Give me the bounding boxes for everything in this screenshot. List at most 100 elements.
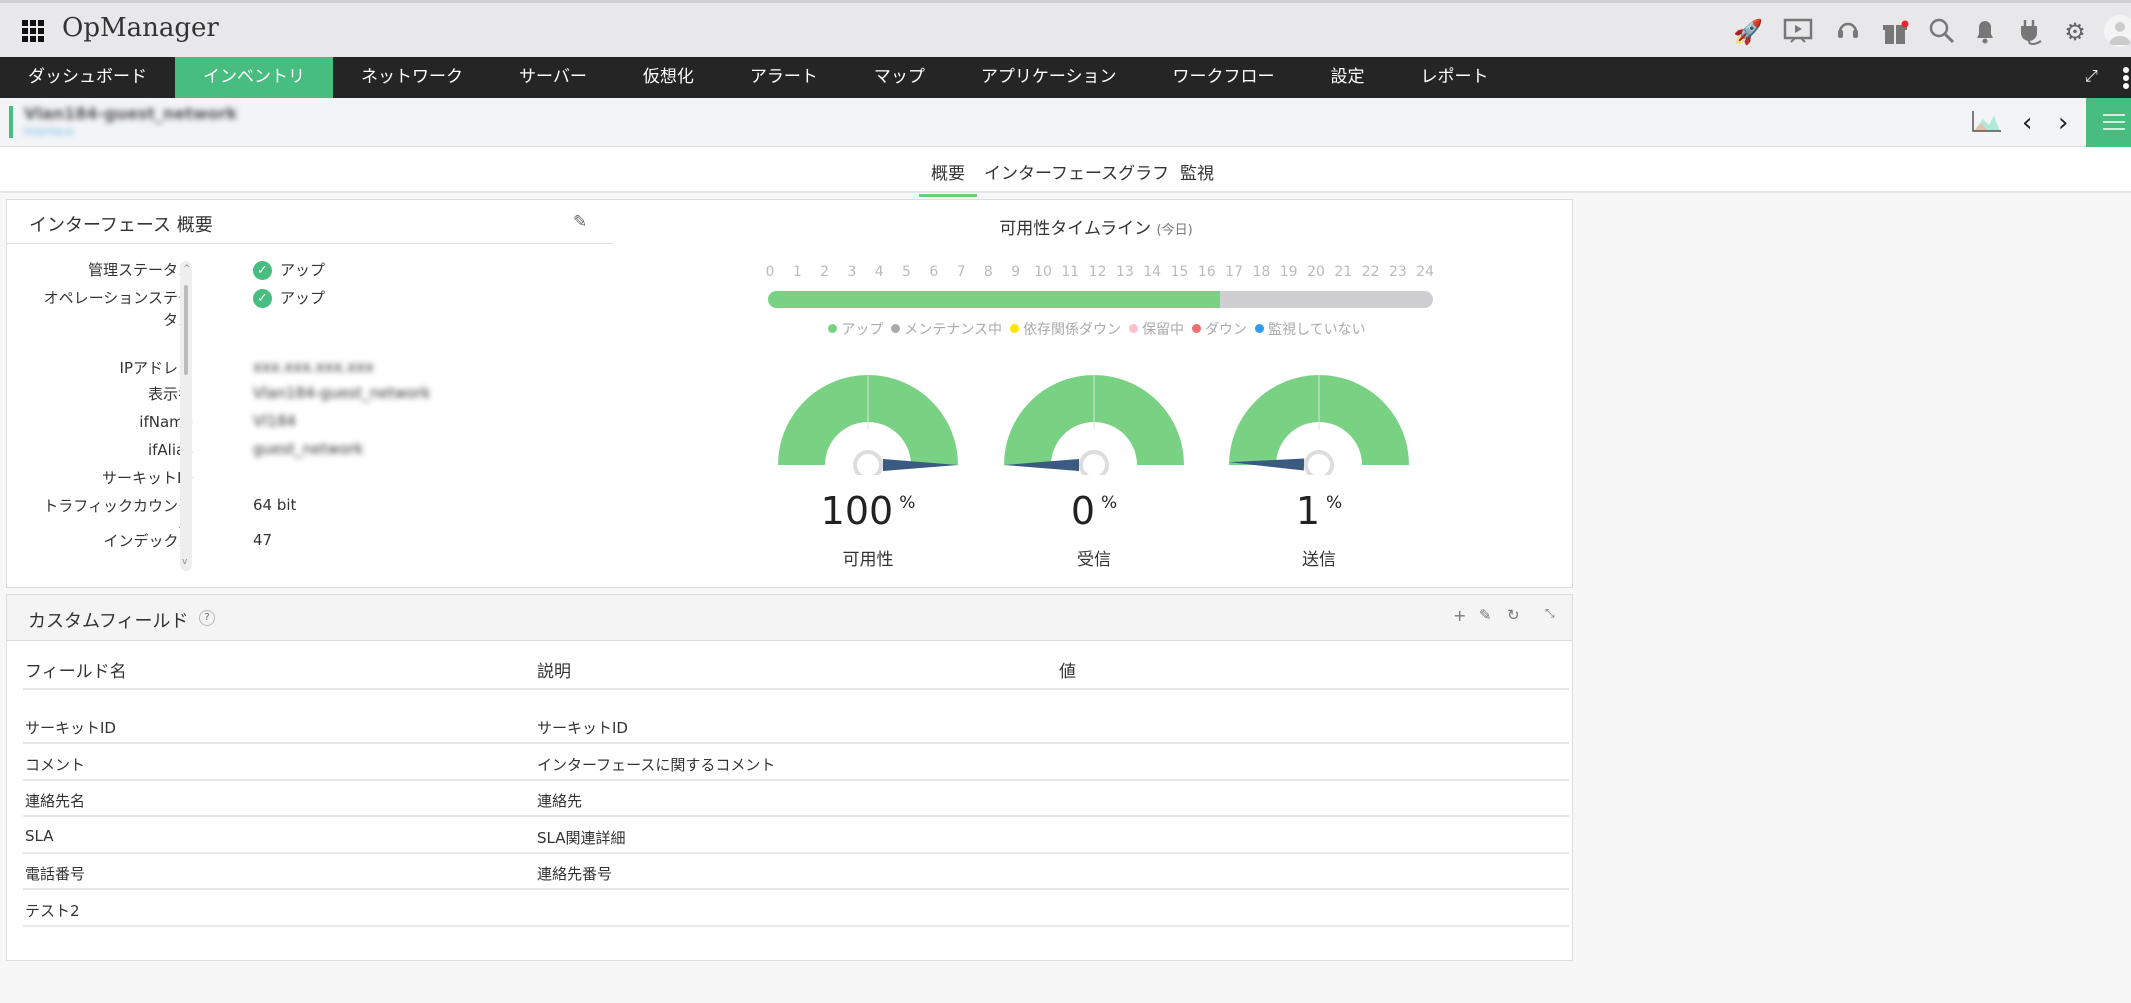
- nav-item[interactable]: ネットワーク: [333, 57, 491, 98]
- legend-label: 監視していない: [1268, 321, 1366, 338]
- nav-item[interactable]: マップ: [846, 57, 953, 98]
- timeline-hour-tick: 13: [1115, 264, 1134, 280]
- presentation-icon[interactable]: [1783, 17, 1813, 47]
- timeline-hour-tick: 16: [1197, 264, 1216, 280]
- timeline-hour-tick: 10: [1034, 264, 1052, 280]
- rocket-icon[interactable]: 🚀: [1733, 17, 1763, 47]
- field-value-text: Vl184: [253, 412, 297, 430]
- gauge-2: 1% 送信: [1219, 365, 1419, 585]
- legend-item: 保留中: [1129, 319, 1184, 339]
- custom-fields-title: カスタムフィールド: [28, 611, 189, 632]
- timeline-hour-tick: 11: [1061, 264, 1080, 280]
- timeline-bar[interactable]: [768, 291, 1433, 308]
- timeline-hour-tick: 4: [874, 264, 884, 280]
- legend-item: アップ: [828, 319, 883, 339]
- field-label: IPアドレス: [119, 359, 193, 377]
- gauge-unit: %: [1326, 493, 1343, 513]
- next-icon[interactable]: ›: [2058, 108, 2068, 138]
- field-value-text: guest_network: [253, 440, 364, 458]
- scroll-up-icon[interactable]: ^: [183, 264, 191, 274]
- gauge-dial: [1229, 375, 1409, 480]
- legend-label: アップ: [841, 321, 884, 338]
- gift-icon[interactable]: [1880, 17, 1910, 47]
- custom-fields-panel: カスタムフィールド ? + ✎ ↻ ⤡ フィールド名 説明 値 サーキットID サ…: [6, 594, 1573, 961]
- timeline-hour-tick: 0: [765, 264, 775, 280]
- field-value-text: Vlan184-guest_network: [253, 384, 431, 402]
- field-label: オペレーションステータス: [43, 289, 193, 329]
- legend-dot-icon: [1010, 324, 1020, 333]
- timeline-hour-tick: 18: [1252, 264, 1271, 280]
- field-value-text: 64 bit: [253, 496, 297, 514]
- interface-type-link[interactable]: Interface: [24, 125, 73, 138]
- tab-overview[interactable]: 概要: [919, 159, 977, 197]
- legend-dot-icon: [828, 324, 838, 333]
- nav-item[interactable]: インベントリ: [175, 57, 333, 98]
- help-icon[interactable]: ?: [199, 610, 215, 626]
- field-value-text: アップ: [280, 289, 326, 307]
- nav-item[interactable]: アラート: [722, 57, 846, 98]
- field-value: 47: [253, 531, 272, 549]
- gauge-label: 送信: [1302, 550, 1336, 570]
- nav-item[interactable]: アプリケーション: [953, 57, 1145, 98]
- table-row: コメント インターフェースに関するコメント: [23, 744, 1569, 781]
- scrollbar-thumb[interactable]: [184, 285, 188, 375]
- timeline-hour-tick: 8: [983, 264, 993, 280]
- gauge-1: 0% 受信: [994, 365, 1194, 585]
- gauge-label: 受信: [1077, 550, 1111, 570]
- gauge-value-number: 100: [820, 489, 894, 533]
- app-grid-icon[interactable]: [22, 20, 44, 42]
- status-bar: [9, 106, 13, 138]
- field-value-text: xxx.xxx.xxx.xxx: [253, 358, 374, 376]
- edit-icon[interactable]: ✎: [1479, 606, 1492, 624]
- timeline-hour-tick: 14: [1143, 264, 1162, 280]
- check-icon: ✓: [253, 261, 272, 280]
- tab-interface-graph[interactable]: インターフェースグラフ: [984, 159, 1169, 194]
- timeline-title-text: 可用性タイムライン: [999, 219, 1152, 239]
- gauge-value: 1%: [1219, 489, 1419, 533]
- table-cell: サーキットID: [25, 719, 116, 737]
- add-icon[interactable]: +: [1453, 606, 1466, 625]
- table-row: 電話番号 連絡先番号: [23, 853, 1569, 891]
- timeline-hour-tick: 2: [820, 264, 830, 280]
- timeline-hour-tick: 6: [929, 264, 939, 280]
- table-row: 連絡先名 連絡先: [23, 780, 1569, 818]
- field-label: 管理ステータス: [87, 261, 193, 279]
- avatar-icon[interactable]: [2104, 15, 2131, 47]
- table-row: サーキットID サーキットID: [23, 707, 1569, 744]
- table-row: テスト2: [23, 890, 1569, 927]
- table-cell: SLA関連詳細: [537, 828, 626, 847]
- gear-icon[interactable]: ⚙: [2060, 17, 2090, 47]
- table-row: SLA SLA関連詳細: [23, 817, 1569, 854]
- fullscreen-icon[interactable]: ⤢: [2085, 66, 2098, 86]
- menu-button[interactable]: [2086, 98, 2131, 147]
- overview-title: インターフェース 概要: [29, 215, 213, 236]
- scroll-down-icon[interactable]: v: [182, 557, 187, 567]
- timeline-subtitle: (今日): [1156, 223, 1193, 238]
- table-cell: 連絡先番号: [537, 865, 613, 884]
- nav-item[interactable]: ダッシュボード: [0, 57, 175, 98]
- plug-icon[interactable]: [2015, 17, 2045, 47]
- refresh-icon[interactable]: ↻: [1507, 606, 1520, 624]
- nav-item[interactable]: サーバー: [491, 57, 615, 98]
- top-bar: OpManager 🚀 ⚙: [0, 0, 2131, 57]
- previous-icon[interactable]: ‹: [2022, 108, 2032, 138]
- tab-monitoring[interactable]: 監視: [1180, 159, 1214, 194]
- field-value: ✓ アップ: [253, 287, 325, 308]
- legend-dot-icon: [1255, 324, 1265, 333]
- nav-item[interactable]: レポート: [1393, 57, 1517, 98]
- bell-icon[interactable]: [1970, 17, 2000, 47]
- edit-icon[interactable]: ✎: [573, 212, 587, 232]
- scrollbar[interactable]: ^ v: [180, 261, 192, 571]
- nav-item[interactable]: 設定: [1303, 57, 1393, 98]
- graph-icon[interactable]: [1972, 111, 2002, 137]
- nav-item[interactable]: ワークフロー: [1145, 57, 1303, 98]
- table-cell: 連絡先: [537, 792, 583, 811]
- legend-label: メンテナンス中: [904, 321, 1003, 338]
- collapse-icon[interactable]: ⤡: [1545, 606, 1555, 621]
- nav-item[interactable]: 仮想化: [615, 57, 722, 98]
- more-menu-icon[interactable]: [2122, 66, 2129, 94]
- timeline-hour-tick: 17: [1225, 264, 1243, 280]
- headset-icon[interactable]: [1833, 17, 1863, 47]
- table-header: フィールド名 説明 値: [23, 643, 1569, 690]
- search-icon[interactable]: [1927, 17, 1957, 47]
